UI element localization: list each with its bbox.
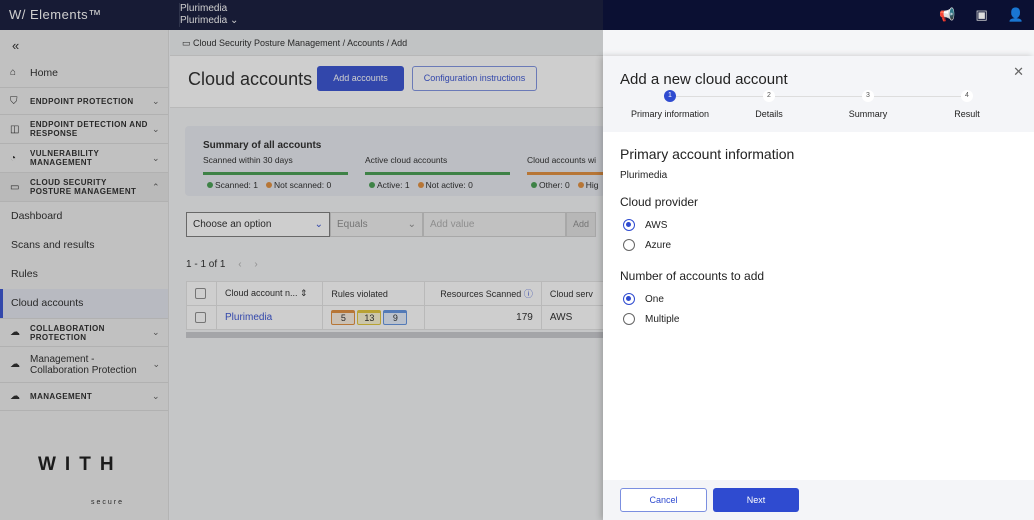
panel-title: Add a new cloud account xyxy=(620,71,788,88)
stepper: 1 Primary information 2 Details 3 Summary 4… xyxy=(603,90,1034,130)
radio-label: Multiple xyxy=(645,313,680,325)
close-icon[interactable]: ✕ xyxy=(1013,64,1024,80)
step-label: Result xyxy=(954,109,980,119)
radio-label: Azure xyxy=(645,239,672,251)
step-label: Summary xyxy=(848,109,888,119)
step-label: Primary information xyxy=(630,109,710,119)
cloud-provider-label: Cloud provider xyxy=(620,195,699,209)
accounts-count-label: Number of accounts to add xyxy=(620,269,765,283)
step-1: 1 Primary information xyxy=(615,90,725,119)
provider-azure-radio[interactable]: Azure xyxy=(620,235,1017,255)
step-number: 3 xyxy=(862,90,874,102)
provider-aws-radio[interactable]: AWS xyxy=(620,215,1017,235)
step-2: 2 Details xyxy=(714,90,824,119)
count-multiple-radio[interactable]: Multiple xyxy=(620,309,1017,329)
section-title: Primary account information xyxy=(620,146,795,162)
next-button[interactable]: Next xyxy=(713,488,799,512)
count-one-radio[interactable]: One xyxy=(620,289,1017,309)
step-number: 4 xyxy=(961,90,973,102)
step-label: Details xyxy=(755,109,783,119)
megaphone-icon[interactable]: 📢 xyxy=(939,7,955,23)
step-number: 2 xyxy=(763,90,775,102)
help-icon[interactable]: ▣ xyxy=(976,7,988,23)
radio-label: AWS xyxy=(645,219,668,231)
step-3: 3 Summary xyxy=(813,90,923,119)
step-number: 1 xyxy=(664,90,676,102)
radio-label: One xyxy=(645,293,664,305)
user-icon[interactable]: 👤 xyxy=(1008,7,1024,23)
step-4: 4 Result xyxy=(912,90,1022,119)
modal-backdrop[interactable] xyxy=(0,0,603,520)
cancel-button[interactable]: Cancel xyxy=(620,488,707,512)
org-name: Plurimedia xyxy=(620,170,668,181)
add-cloud-account-panel: Add a new cloud account ✕ 1 Primary infor… xyxy=(603,56,1034,520)
